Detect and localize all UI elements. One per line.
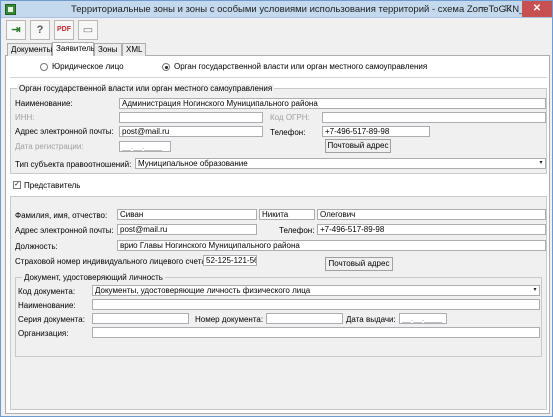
tab-documents[interactable]: Документы	[7, 43, 52, 56]
blank-page-button[interactable]: ▭	[78, 20, 98, 40]
identity-doc-group: Документ, удостоверяющий личность Код до…	[15, 273, 542, 357]
app-icon	[5, 4, 16, 15]
representative-label: Представитель	[24, 181, 81, 190]
doc-org-field[interactable]	[92, 327, 540, 338]
authority-phone-label: Телефон:	[270, 128, 306, 137]
subject-type-select[interactable]: Муниципальное образование ▾	[135, 158, 546, 169]
doc-series-label: Серия документа:	[18, 315, 85, 324]
authority-group-legend: Орган государственной власти или орган м…	[17, 84, 275, 93]
reg-date-label: Дата регистрации:	[15, 142, 84, 151]
doc-number-field[interactable]	[266, 313, 343, 324]
rep-email-label: Адрес электронной почты:	[15, 226, 114, 235]
authority-postal-address-button[interactable]: Почтовый адрес	[325, 139, 391, 153]
reg-date-field[interactable]: __.__.____	[119, 141, 171, 152]
doc-issue-date-label: Дата выдачи:	[346, 315, 396, 324]
ogrn-field[interactable]	[322, 112, 546, 123]
position-field[interactable]: врио Главы Ногинского Муниципального рай…	[117, 240, 546, 251]
tab-zones[interactable]: Зоны	[94, 43, 122, 56]
title-bar: Территориальные зоны и зоны с особыми ус…	[1, 1, 552, 18]
doc-number-label: Номер документа:	[195, 315, 264, 324]
doc-code-value: Документы, удостоверяющие личность физич…	[95, 286, 311, 295]
radio-authority[interactable]: Орган государственной власти или орган м…	[162, 62, 427, 74]
pdf-button[interactable]: PDF	[54, 20, 74, 40]
app-window: Территориальные зоны и зоны с особыми ус…	[0, 0, 553, 417]
tab-applicant[interactable]: Заявитель	[52, 42, 95, 57]
minimize-button[interactable]: −	[469, 1, 495, 17]
radio-legal-entity[interactable]: Юридическое лицо	[40, 62, 140, 74]
representative-group: Фамилия, имя, отчество: Сиван Никита Оле…	[10, 196, 547, 410]
inn-label: ИНН:	[15, 113, 35, 122]
divider	[10, 77, 547, 78]
fio-label: Фамилия, имя, отчество:	[15, 211, 108, 220]
help-button[interactable]: ?	[30, 20, 50, 40]
last-name-field[interactable]: Сиван	[117, 209, 257, 220]
doc-series-field[interactable]	[92, 313, 189, 324]
authority-group: Орган государственной власти или орган м…	[10, 84, 547, 174]
close-button[interactable]: ✕	[522, 1, 552, 17]
doc-issue-date-field[interactable]: __.__.____	[399, 313, 447, 324]
maximize-button[interactable]: □	[495, 1, 521, 17]
applicant-panel: Юридическое лицо Орган государственной в…	[5, 56, 550, 414]
doc-code-select[interactable]: Документы, удостоверяющие личность физич…	[92, 285, 540, 296]
blank-page-icon: ▭	[82, 24, 94, 36]
radio-authority-circle[interactable]	[162, 63, 170, 71]
middle-name-field[interactable]: Олегович	[317, 209, 546, 220]
radio-legal-entity-label: Юридическое лицо	[52, 62, 124, 71]
authority-name-label: Наименование:	[15, 99, 73, 108]
authority-name-field[interactable]: Администрация Ногинского Муниципального …	[119, 98, 546, 109]
authority-email-field[interactable]: post@mail.ru	[119, 126, 263, 137]
doc-name-field[interactable]	[92, 299, 540, 310]
position-label: Должность:	[15, 242, 58, 251]
tab-xml[interactable]: XML	[122, 43, 146, 56]
chevron-down-icon[interactable]: ▾	[538, 160, 544, 167]
rep-email-field[interactable]: post@mail.ru	[117, 224, 257, 235]
exit-icon: ⇥	[11, 24, 21, 36]
radio-authority-label: Орган государственной власти или орган м…	[174, 62, 428, 71]
doc-org-label: Организация:	[18, 329, 69, 338]
authority-email-label: Адрес электронной почты:	[15, 127, 114, 136]
rep-postal-address-button[interactable]: Почтовый адрес	[325, 257, 393, 271]
identity-doc-legend: Документ, удостоверяющий личность	[22, 273, 165, 282]
tab-strip: Документы Заявитель Зоны XML	[5, 42, 550, 57]
snils-field[interactable]: 52-125-121-56	[203, 255, 257, 266]
chevron-down-icon[interactable]: ▾	[532, 287, 538, 294]
doc-name-label: Наименование:	[18, 301, 76, 310]
rep-phone-field[interactable]: +7-496-517-89-98	[317, 224, 546, 235]
representative-checkbox[interactable]: ✓	[13, 181, 21, 189]
exit-button[interactable]: ⇥	[6, 20, 26, 40]
radio-legal-entity-circle[interactable]	[40, 63, 48, 71]
authority-phone-field[interactable]: +7-496-517-89-98	[322, 126, 430, 137]
window-title: Территориальные зоны и зоны с особыми ус…	[71, 4, 540, 15]
inn-field[interactable]	[119, 112, 263, 123]
first-name-field[interactable]: Никита	[259, 209, 315, 220]
toolbar: ⇥ ? PDF ▭	[1, 18, 552, 42]
help-icon: ?	[36, 24, 44, 36]
ogrn-label: Код ОГРН:	[270, 113, 310, 122]
pdf-icon: PDF	[57, 26, 71, 33]
subject-type-value: Муниципальное образование	[138, 159, 248, 168]
snils-label: Страховой номер индивидуального лицевого…	[15, 257, 211, 266]
rep-phone-label: Телефон:	[279, 226, 315, 235]
doc-code-label: Код документа:	[18, 287, 76, 296]
subject-type-label: Тип субъекта правоотношений:	[15, 160, 132, 169]
